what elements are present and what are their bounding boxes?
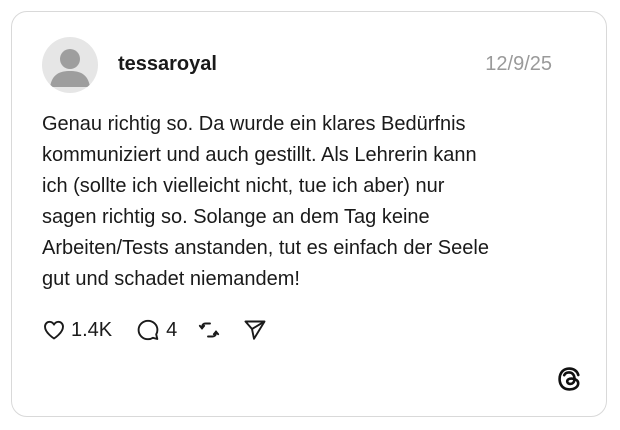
- comment-bubble-icon: [137, 319, 159, 341]
- heart-icon: [44, 320, 64, 340]
- repost-button[interactable]: [197, 318, 221, 342]
- like-button[interactable]: 1.4K: [42, 318, 112, 342]
- post-timestamp: 12/9/25: [485, 53, 552, 75]
- default-avatar-icon: [50, 49, 90, 87]
- send-icon: [244, 320, 266, 340]
- username[interactable]: tessaroyal: [118, 52, 217, 76]
- post-text: Genau richtig so. Da wurde ein klares Be…: [42, 113, 489, 290]
- reply-count: 4: [166, 318, 178, 341]
- avatar[interactable]: [42, 37, 98, 93]
- reply-button[interactable]: 4: [136, 318, 177, 342]
- share-button[interactable]: [243, 318, 267, 342]
- repost-icon: [199, 322, 220, 338]
- threads-logo-icon[interactable]: [556, 366, 582, 392]
- action-bar: 1.4K 4: [42, 315, 267, 345]
- like-count: 1.4K: [71, 318, 113, 341]
- post-card: tessaroyal 12/9/25 Genau richtig so. Da …: [11, 11, 607, 417]
